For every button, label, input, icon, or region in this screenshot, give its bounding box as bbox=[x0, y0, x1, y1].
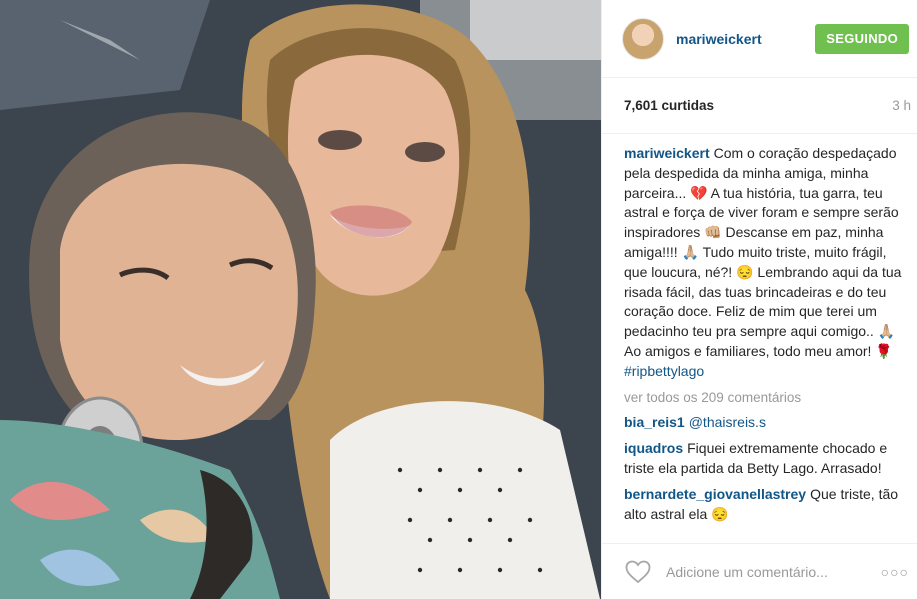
post-photo[interactable] bbox=[0, 0, 601, 599]
view-all-comments-link[interactable]: ver todos os 209 comentários bbox=[624, 388, 911, 408]
comment-mention[interactable]: @thaisreis.s bbox=[689, 414, 766, 430]
post-footer: ○○○ bbox=[602, 543, 917, 599]
caption-text: Com o coração despedaçado pela despedida… bbox=[624, 145, 902, 359]
heart-icon bbox=[625, 560, 651, 583]
like-button[interactable] bbox=[624, 558, 652, 586]
username-link[interactable]: mariweickert bbox=[676, 31, 815, 47]
post-frame: mariweickert SEGUINDO 7,601 curtidas 3 h… bbox=[0, 0, 917, 599]
caption-hashtag[interactable]: #ripbettylago bbox=[624, 363, 704, 379]
likes-count[interactable]: 7,601 curtidas bbox=[624, 98, 714, 113]
comment-item: bia_reis1 @thaisreis.s bbox=[624, 413, 911, 433]
likes-row: 7,601 curtidas 3 h bbox=[602, 78, 917, 134]
photo-illustration bbox=[0, 0, 601, 599]
post-timestamp[interactable]: 3 h bbox=[892, 98, 911, 113]
post-side-panel: mariweickert SEGUINDO 7,601 curtidas 3 h… bbox=[601, 0, 917, 599]
post-header: mariweickert SEGUINDO bbox=[602, 0, 917, 78]
comment-username[interactable]: bia_reis1 bbox=[624, 414, 685, 430]
caption-username[interactable]: mariweickert bbox=[624, 145, 710, 161]
following-button[interactable]: SEGUINDO bbox=[815, 23, 909, 54]
caption: mariweickert Com o coração despedaçado pe… bbox=[624, 144, 911, 382]
avatar[interactable] bbox=[622, 17, 664, 60]
add-comment-input[interactable] bbox=[664, 562, 881, 581]
comment-item: iquadros Fiquei extremamente chocado e tr… bbox=[624, 439, 911, 479]
comment-username[interactable]: iquadros bbox=[624, 440, 683, 456]
comment-item: bernardete_giovanellastrey Que triste, tã… bbox=[624, 485, 911, 525]
comments-list: mariweickert Com o coração despedaçado pe… bbox=[602, 134, 917, 543]
comment-username[interactable]: bernardete_giovanellastrey bbox=[624, 486, 806, 502]
more-options-icon[interactable]: ○○○ bbox=[881, 564, 909, 580]
